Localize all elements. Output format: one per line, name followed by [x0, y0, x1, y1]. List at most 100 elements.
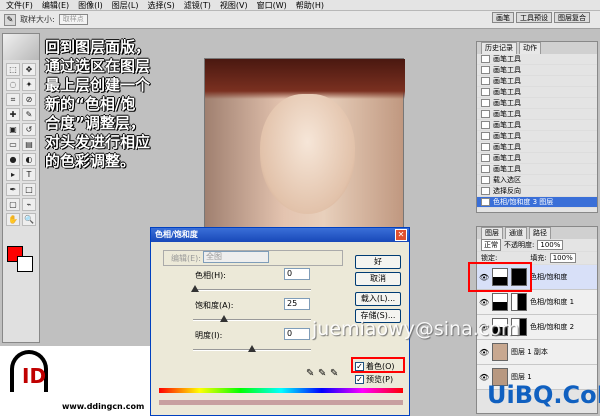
highlight-box: [351, 357, 405, 373]
brush-icon: [481, 110, 490, 118]
list-item[interactable]: 载入选区: [477, 175, 597, 186]
dodge-icon[interactable]: ◐: [22, 153, 36, 166]
move-icon[interactable]: ✥: [22, 63, 36, 76]
blur-icon[interactable]: ●: [6, 153, 20, 166]
menu-help[interactable]: 帮助(H): [296, 0, 324, 11]
blend-mode-select[interactable]: 正常: [481, 239, 501, 251]
layer-row[interactable]: 👁 色相/饱和度 1: [477, 290, 597, 315]
list-item[interactable]: 画笔工具: [477, 153, 597, 164]
list-item[interactable]: 画笔工具: [477, 164, 597, 175]
dialog-title-bar: 色相/饱和度 ✕: [151, 228, 409, 242]
saturation-input[interactable]: 25: [284, 298, 310, 310]
eraser-icon[interactable]: ▭: [6, 138, 20, 151]
list-item[interactable]: 画笔工具: [477, 142, 597, 153]
tab-brushes[interactable]: 画笔: [492, 12, 514, 23]
tab-paths[interactable]: 路径: [529, 227, 551, 239]
edit-select[interactable]: 全图: [203, 251, 269, 263]
checkmark-icon: ✓: [355, 375, 364, 384]
list-item-active[interactable]: 色相/饱和度 3 图层: [477, 197, 597, 208]
close-icon[interactable]: ✕: [395, 229, 407, 241]
document-canvas[interactable]: [204, 58, 405, 228]
marquee-icon[interactable]: ⬚: [6, 63, 20, 76]
color-spectrum-bar: [159, 388, 403, 393]
list-item[interactable]: 画笔工具: [477, 76, 597, 87]
menu-window[interactable]: 窗口(W): [257, 0, 287, 11]
list-item[interactable]: 画笔工具: [477, 98, 597, 109]
menu-image[interactable]: 图像(I): [78, 0, 103, 11]
menu-select[interactable]: 选择(S): [147, 0, 174, 11]
tab-tool-presets[interactable]: 工具预设: [516, 12, 552, 23]
instruction-line: 对头发进行相应: [45, 133, 151, 151]
type-icon[interactable]: T: [22, 168, 36, 181]
cancel-button[interactable]: 取消: [355, 272, 401, 286]
fill-input[interactable]: 100%: [549, 253, 576, 263]
instruction-line: 合度”调整层，: [45, 114, 145, 132]
eyedropper-icon[interactable]: ✎: [306, 368, 314, 379]
list-item[interactable]: 选择反向: [477, 186, 597, 197]
path-select-icon[interactable]: ▸: [6, 168, 20, 181]
menu-edit[interactable]: 编辑(E): [42, 0, 69, 11]
eye-icon[interactable]: 👁: [479, 348, 489, 357]
notes-icon[interactable]: ▢: [6, 198, 20, 211]
instruction-line: 回到图层面版，: [45, 38, 151, 56]
hue-slider-track[interactable]: [193, 289, 311, 291]
eyedropper-icon[interactable]: ✎: [4, 13, 16, 26]
saturation-slider-track[interactable]: [193, 319, 311, 321]
lightness-slider-thumb[interactable]: [248, 345, 256, 352]
tab-layers[interactable]: 图层: [481, 227, 503, 239]
layer-name: 色相/饱和度 2: [530, 323, 575, 331]
crop-icon[interactable]: ⌗: [6, 93, 20, 106]
load-button[interactable]: 载入(L)...: [355, 292, 401, 306]
history-label: 画笔工具: [493, 143, 521, 151]
hue-input[interactable]: 0: [284, 268, 310, 280]
saturation-slider-thumb[interactable]: [220, 315, 228, 322]
history-label: 画笔工具: [493, 154, 521, 162]
list-item[interactable]: 画笔工具: [477, 131, 597, 142]
toolbox: ⬚ ✥ ◌ ✦ ⌗ ⊘ ✚ ✎ ▣ ↺ ▭ ▤ ● ◐ ▸ T ✒ □ ▢ ⌁ …: [2, 33, 40, 343]
history-tabs: 历史记录 动作: [477, 42, 597, 54]
history-brush-icon[interactable]: ↺: [22, 123, 36, 136]
list-item[interactable]: 画笔工具: [477, 109, 597, 120]
list-item[interactable]: 画笔工具: [477, 65, 597, 76]
slice-icon[interactable]: ⊘: [22, 93, 36, 106]
sample-size-select[interactable]: 取样点: [58, 14, 88, 25]
layer-highlight-box: [468, 262, 532, 292]
tab-layer-comps[interactable]: 图层复合: [554, 12, 590, 23]
history-label: 色相/饱和度 3 图层: [493, 198, 554, 206]
hand-icon[interactable]: ✋: [6, 213, 20, 226]
brush-icon[interactable]: ✎: [22, 108, 36, 121]
adjustment-layer-icon: [481, 198, 490, 206]
preview-checkbox[interactable]: ✓ 预览(P): [355, 374, 393, 385]
tab-channels[interactable]: 通道: [505, 227, 527, 239]
eye-icon[interactable]: 👁: [479, 298, 489, 307]
eyedropper-tool-icon[interactable]: ⌁: [22, 198, 36, 211]
menu-view[interactable]: 视图(V): [220, 0, 248, 11]
layer-row[interactable]: 👁 图层 1 副本: [477, 340, 597, 365]
list-item[interactable]: 画笔工具: [477, 120, 597, 131]
eyedropper-minus-icon[interactable]: ✎: [330, 368, 338, 379]
tab-actions[interactable]: 动作: [519, 42, 541, 54]
menu-file[interactable]: 文件(F): [6, 0, 33, 11]
lightness-input[interactable]: 0: [284, 328, 310, 340]
menu-layer[interactable]: 图层(L): [112, 0, 139, 11]
tab-history[interactable]: 历史记录: [481, 42, 517, 54]
instruction-line: 的色彩调整。: [45, 152, 136, 170]
stamp-icon[interactable]: ▣: [6, 123, 20, 136]
background-color-swatch[interactable]: [17, 256, 33, 272]
lasso-icon[interactable]: ◌: [6, 78, 20, 91]
eyedropper-plus-icon[interactable]: ✎: [318, 368, 326, 379]
zoom-icon[interactable]: 🔍: [22, 213, 36, 226]
healing-icon[interactable]: ✚: [6, 108, 20, 121]
magic-wand-icon[interactable]: ✦: [22, 78, 36, 91]
list-item[interactable]: 画笔工具: [477, 54, 597, 65]
list-item[interactable]: 画笔工具: [477, 87, 597, 98]
ok-button[interactable]: 好: [355, 255, 401, 269]
opacity-input[interactable]: 100%: [537, 240, 564, 250]
brush-icon: [481, 165, 490, 173]
shape-icon[interactable]: □: [22, 183, 36, 196]
hue-slider-thumb[interactable]: [191, 285, 199, 292]
gradient-icon[interactable]: ▤: [22, 138, 36, 151]
logo-url: www.ddingcn.com: [62, 402, 145, 411]
menu-filter[interactable]: 滤镜(T): [184, 0, 211, 11]
pen-icon[interactable]: ✒: [6, 183, 20, 196]
